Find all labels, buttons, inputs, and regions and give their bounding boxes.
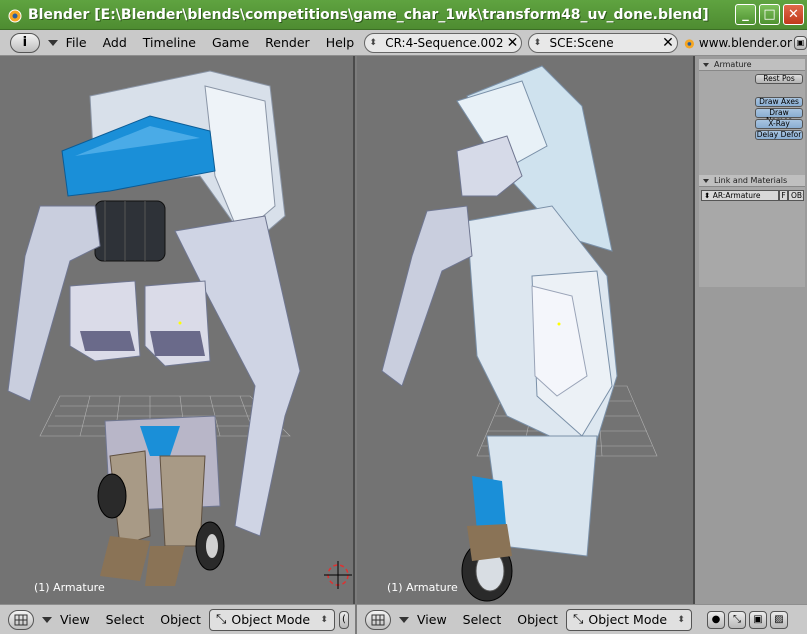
buttons-window: Armature Rest Pos Draw Axes Draw Names X… bbox=[693, 56, 807, 604]
mode-label: Object Mode bbox=[231, 612, 311, 627]
menu-select[interactable]: Select bbox=[463, 612, 502, 627]
menu-render[interactable]: Render bbox=[265, 35, 310, 50]
updown-arrows-icon[interactable]: ⬍ bbox=[704, 191, 710, 200]
editor-type-3dview-icon[interactable] bbox=[8, 609, 34, 630]
3d-view-header-left: View Select Object ⤡ Object Mode ⬍ ( bbox=[0, 604, 355, 634]
mode-label: Object Mode bbox=[588, 612, 668, 627]
delete-screen-icon[interactable]: ✕ bbox=[503, 35, 521, 51]
maximize-window-icon[interactable]: ▣ bbox=[793, 35, 807, 50]
screen-name[interactable]: CR:4-Sequence.002 bbox=[381, 36, 503, 50]
minimize-icon[interactable]: _ bbox=[735, 4, 756, 25]
collapse-icon[interactable] bbox=[703, 178, 709, 183]
menu-collapse-icon[interactable] bbox=[399, 616, 409, 623]
window-titlebar: Blender [E:\Blender\blends\competitions\… bbox=[0, 0, 807, 30]
window-title: Blender [E:\Blender\blends\competitions\… bbox=[28, 6, 709, 23]
menu-collapse-icon[interactable] bbox=[47, 39, 58, 46]
close-icon[interactable]: ✕ bbox=[783, 4, 804, 25]
draw-type-button[interactable]: ( bbox=[338, 610, 349, 629]
collapse-icon[interactable] bbox=[703, 62, 709, 67]
fake-user-button[interactable]: F bbox=[779, 190, 788, 201]
editor-type-3dview-icon[interactable] bbox=[365, 609, 391, 630]
delay-deform-button[interactable]: Delay Defor bbox=[755, 130, 803, 140]
robot-front-view bbox=[7, 70, 352, 589]
menu-object[interactable]: Object bbox=[517, 612, 558, 627]
blender-url[interactable]: www.blender.or bbox=[699, 36, 792, 50]
updown-arrows-icon: ⬍ bbox=[677, 614, 685, 625]
object-mode-icon: ⤡ bbox=[215, 612, 227, 627]
draw-names-button[interactable]: Draw Names bbox=[755, 108, 803, 125]
blender-logo-icon bbox=[684, 38, 694, 49]
link-materials-panel-title: Link and Materials bbox=[714, 176, 788, 185]
blender-app-icon bbox=[8, 9, 22, 22]
menu-select[interactable]: Select bbox=[106, 612, 145, 627]
mode-selector[interactable]: ⤡ Object Mode ⬍ bbox=[565, 608, 692, 631]
link-materials-panel-body: ⬍ AR:Armature F OB: bbox=[699, 187, 805, 287]
rest-pos-button[interactable]: Rest Pos bbox=[755, 74, 803, 84]
scene-name[interactable]: SCE:Scene bbox=[545, 36, 659, 50]
menu-view[interactable]: View bbox=[60, 612, 90, 627]
top-menubar: i File Add Timeline Game Render Help ⬍ C… bbox=[0, 30, 807, 56]
menu-object[interactable]: Object bbox=[160, 612, 201, 627]
menu-help[interactable]: Help bbox=[326, 35, 355, 50]
menu-game[interactable]: Game bbox=[212, 35, 249, 50]
menu-collapse-icon[interactable] bbox=[42, 616, 52, 623]
menu-timeline[interactable]: Timeline bbox=[143, 35, 196, 50]
viewport-object-label: (1) Armature bbox=[34, 581, 105, 594]
object-mode-context-icon[interactable]: ⤡ bbox=[728, 610, 746, 629]
mode-selector[interactable]: ⤡ Object Mode ⬍ bbox=[208, 608, 335, 631]
object-mode-icon: ⤡ bbox=[572, 612, 584, 627]
buttons-window-header: ● ⤡ ▣ ▨ bbox=[693, 604, 807, 634]
screen-selector[interactable]: ⬍ CR:4-Sequence.002 ✕ bbox=[364, 32, 523, 53]
armature-panel-body: Rest Pos Draw Axes Draw Names X-Ray Dela… bbox=[699, 71, 805, 176]
x-ray-button[interactable]: X-Ray bbox=[755, 119, 803, 129]
3d-viewport-left[interactable]: (1) Armature bbox=[0, 56, 355, 604]
link-materials-panel-header[interactable]: Link and Materials bbox=[699, 175, 805, 187]
armature-name[interactable]: AR:Armature bbox=[713, 191, 761, 200]
menu-add[interactable]: Add bbox=[103, 35, 127, 50]
edit-context-icon[interactable]: ▣ bbox=[749, 610, 767, 629]
viewport-object-label: (1) Armature bbox=[387, 581, 458, 594]
delete-scene-icon[interactable]: ✕ bbox=[659, 35, 677, 51]
updown-arrows-icon[interactable]: ⬍ bbox=[365, 38, 381, 48]
info-window-button[interactable]: i bbox=[10, 32, 40, 53]
armature-panel-title: Armature bbox=[714, 60, 752, 69]
3d-view-header-right: View Select Object ⤡ Object Mode ⬍ bbox=[357, 604, 693, 634]
shading-sphere-icon[interactable]: ● bbox=[707, 610, 725, 629]
draw-axes-button[interactable]: Draw Axes bbox=[755, 97, 803, 107]
menu-view[interactable]: View bbox=[417, 612, 447, 627]
updown-arrows-icon: ⬍ bbox=[320, 614, 328, 625]
menu-file[interactable]: File bbox=[66, 35, 87, 50]
robot-side-view bbox=[381, 65, 658, 602]
3d-viewport-right[interactable]: (1) Armature bbox=[357, 56, 693, 604]
object-field[interactable]: OB: bbox=[788, 190, 804, 201]
scene-selector[interactable]: ⬍ SCE:Scene ✕ bbox=[528, 32, 678, 53]
updown-arrows-icon[interactable]: ⬍ bbox=[529, 38, 545, 48]
maximize-icon[interactable]: □ bbox=[759, 4, 780, 25]
image-context-icon[interactable]: ▨ bbox=[770, 610, 788, 629]
armature-datablock-field[interactable]: ⬍ AR:Armature bbox=[701, 190, 779, 201]
armature-panel-header[interactable]: Armature bbox=[699, 59, 805, 71]
